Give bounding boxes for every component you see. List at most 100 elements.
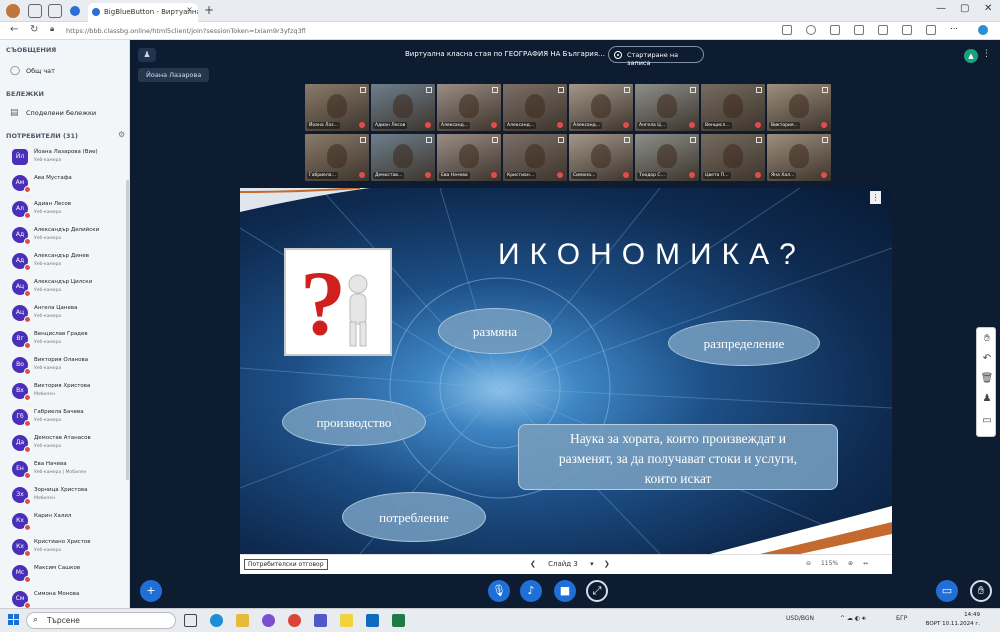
maximize-icon[interactable]: ▢ bbox=[960, 3, 969, 14]
fullscreen-icon[interactable] bbox=[690, 137, 696, 143]
outlook-app-icon[interactable] bbox=[366, 614, 379, 627]
viber-app-icon[interactable] bbox=[262, 614, 275, 627]
participant-video[interactable]: Йоана Лаз… bbox=[305, 84, 369, 131]
user-list-item[interactable]: Ам Ава Мустафа bbox=[0, 172, 128, 198]
new-tab-button[interactable]: + bbox=[204, 3, 214, 17]
collections-icon[interactable] bbox=[902, 25, 912, 35]
user-list-item[interactable]: Ад Александър Делийски Уеб-камера bbox=[0, 224, 128, 250]
fullscreen-icon[interactable] bbox=[360, 87, 366, 93]
active-tab[interactable]: BigBlueButton - Виртуална … bbox=[88, 3, 198, 22]
start-recording-button[interactable]: Стартиране на записа bbox=[608, 46, 704, 67]
extensions-icon[interactable] bbox=[830, 25, 840, 35]
user-list-item[interactable]: Вг Венцислав Градев Уеб-камера bbox=[0, 328, 128, 354]
user-list-item[interactable]: Ац Александър Цилски Уеб-камера bbox=[0, 276, 128, 302]
user-list-item[interactable]: Ал Адиан Лесов Уеб-камера bbox=[0, 198, 128, 224]
toggle-userlist-icon[interactable]: ♟︎ bbox=[138, 48, 156, 62]
camera-button[interactable]: ■ bbox=[554, 580, 576, 602]
copilot-icon[interactable] bbox=[978, 25, 988, 35]
participant-video[interactable]: Виктория… bbox=[767, 84, 831, 131]
presentation-options-icon[interactable]: ⋮ bbox=[870, 191, 881, 204]
trash-icon[interactable]: 🗑︎ bbox=[980, 372, 994, 386]
prev-slide-icon[interactable]: ❮ bbox=[530, 560, 536, 568]
user-list-item[interactable]: Зх Зорница Христова Мобилен bbox=[0, 484, 128, 510]
participant-video[interactable]: Яна Хал… bbox=[767, 134, 831, 181]
options-menu-icon[interactable]: ⋮ bbox=[982, 49, 991, 59]
fullscreen-icon[interactable] bbox=[624, 137, 630, 143]
raise-hand-button[interactable]: ✋︎ bbox=[970, 580, 992, 602]
undo-icon[interactable]: ↶ bbox=[980, 352, 994, 366]
fit-width-icon[interactable]: ↔ bbox=[863, 560, 868, 567]
user-list-item[interactable]: См Симона Монова bbox=[0, 588, 128, 608]
task-view-icon[interactable] bbox=[184, 614, 197, 627]
participant-video[interactable]: Александ… bbox=[503, 84, 567, 131]
excel-app-icon[interactable] bbox=[392, 614, 405, 627]
windows-start-icon[interactable] bbox=[8, 614, 20, 626]
sticky-notes-icon[interactable] bbox=[340, 614, 353, 627]
user-list-item[interactable]: Вх Виктория Христова Мобилен bbox=[0, 380, 128, 406]
participant-video[interactable]: Ева Начева bbox=[437, 134, 501, 181]
browser-essentials-icon[interactable] bbox=[926, 25, 936, 35]
split-screen-icon[interactable] bbox=[854, 25, 864, 35]
participant-video[interactable]: Александ… bbox=[437, 84, 501, 131]
participant-video[interactable]: Теодор С… bbox=[635, 134, 699, 181]
user-answer-button[interactable]: Потребителски отговор bbox=[244, 559, 328, 570]
participant-video[interactable]: Александ… bbox=[569, 84, 633, 131]
teams-app-icon[interactable] bbox=[314, 614, 327, 627]
fullscreen-icon[interactable] bbox=[822, 137, 828, 143]
whiteboard-icon[interactable]: ▭ bbox=[980, 414, 994, 428]
fullscreen-icon[interactable] bbox=[822, 87, 828, 93]
close-window-icon[interactable]: ✕ bbox=[984, 3, 992, 14]
fullscreen-icon[interactable] bbox=[756, 87, 762, 93]
user-list-item[interactable]: Ац Ангела Цанева Уеб-камера bbox=[0, 302, 128, 328]
tab-close-icon[interactable]: × bbox=[186, 5, 193, 14]
participant-video[interactable]: Демостав… bbox=[371, 134, 435, 181]
slide-dropdown-icon[interactable]: ▾ bbox=[590, 560, 594, 568]
fullscreen-icon[interactable] bbox=[426, 87, 432, 93]
fullscreen-icon[interactable] bbox=[426, 137, 432, 143]
fullscreen-icon[interactable] bbox=[624, 87, 630, 93]
microphone-button[interactable]: 🎙︎ bbox=[488, 580, 510, 602]
favorites-icon[interactable] bbox=[878, 25, 888, 35]
participant-video[interactable]: Ангела Ц… bbox=[635, 84, 699, 131]
user-list-item[interactable]: Кх Кристиано Христов Уеб-камера bbox=[0, 536, 128, 562]
zoom-out-icon[interactable]: ⊖ bbox=[806, 560, 811, 567]
input-language[interactable]: БГР bbox=[896, 615, 907, 622]
participant-video[interactable]: Симона… bbox=[569, 134, 633, 181]
zoom-level[interactable]: 115% bbox=[821, 560, 838, 567]
pinned-tab-icon[interactable] bbox=[70, 6, 80, 16]
profile-icon[interactable] bbox=[6, 4, 20, 18]
screen-share-button[interactable]: ⤢ bbox=[586, 580, 608, 602]
tray-icons[interactable]: ^ ☁︎ ◐ 🔊︎ bbox=[840, 615, 866, 623]
participant-video[interactable]: Адиан Лесов bbox=[371, 84, 435, 131]
users-settings-gear-icon[interactable]: ⚙︎ bbox=[118, 130, 125, 139]
zoom-in-icon[interactable]: ⊕ bbox=[848, 560, 853, 567]
hand-tool-icon[interactable]: ✋︎ bbox=[980, 332, 994, 346]
fullscreen-icon[interactable] bbox=[690, 87, 696, 93]
actions-plus-button[interactable]: + bbox=[140, 580, 162, 602]
user-list-item[interactable]: Во Виктория Оланова Уеб-камера bbox=[0, 354, 128, 380]
slide-select[interactable]: Слайд 3 bbox=[548, 560, 578, 568]
user-list-item[interactable]: Гб Габриела Бачева Уеб-камера bbox=[0, 406, 128, 432]
fullscreen-icon[interactable] bbox=[492, 87, 498, 93]
taskbar-search[interactable]: ⌕ Търсене bbox=[26, 612, 176, 629]
fullscreen-icon[interactable] bbox=[558, 137, 564, 143]
reload-icon[interactable]: ↻ bbox=[30, 24, 38, 35]
participant-video[interactable]: Габриела… bbox=[305, 134, 369, 181]
favorite-star-icon[interactable] bbox=[806, 25, 816, 35]
fullscreen-icon[interactable] bbox=[492, 137, 498, 143]
next-slide-icon[interactable]: ❯ bbox=[604, 560, 610, 568]
minimize-icon[interactable]: — bbox=[936, 3, 946, 14]
shared-notes-item[interactable]: ▤ Споделени бележки bbox=[10, 108, 96, 118]
taskbar-clock[interactable]: 14:49 ВОРТ 10.11.2024 г. bbox=[918, 611, 980, 629]
audio-button[interactable]: ♪ bbox=[520, 580, 542, 602]
file-explorer-icon[interactable] bbox=[236, 614, 249, 627]
user-list-item[interactable]: Да Демостав Атанасов Уеб-камера bbox=[0, 432, 128, 458]
participant-video[interactable]: Венцисл… bbox=[701, 84, 765, 131]
multi-user-icon[interactable]: ♟︎ bbox=[980, 392, 994, 406]
public-chat-item[interactable]: ◯ Общ чат bbox=[10, 66, 55, 76]
fullscreen-icon[interactable] bbox=[360, 137, 366, 143]
tab-actions-icon[interactable] bbox=[48, 4, 62, 18]
user-list-item[interactable]: Ен Ева Начева Уеб-камера | Мобилен bbox=[0, 458, 128, 484]
url-field[interactable]: https://bbb.classbg.online/html5client/j… bbox=[60, 25, 760, 38]
currency-widget[interactable]: USD/BGN bbox=[786, 615, 814, 622]
